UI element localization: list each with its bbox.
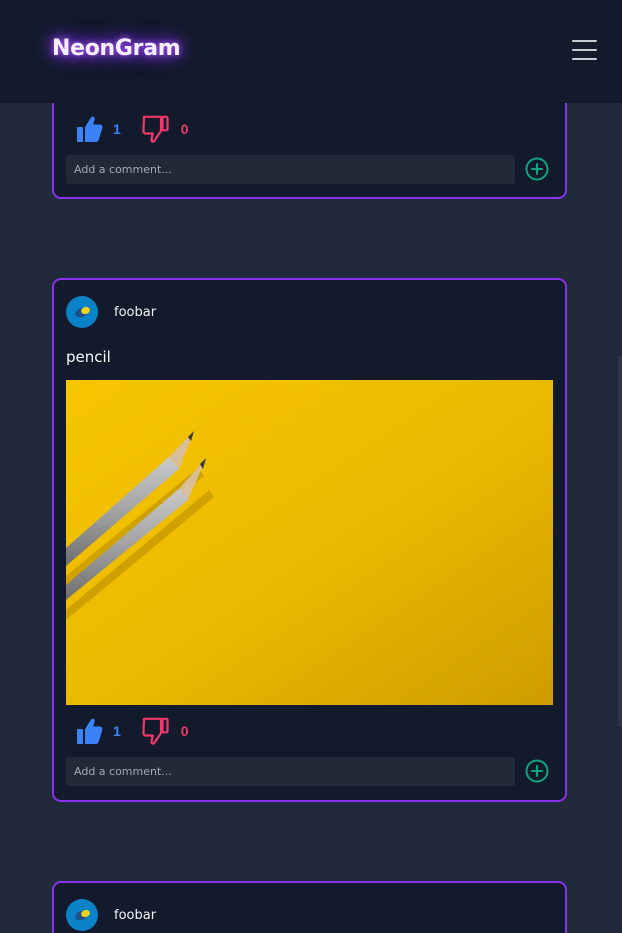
author-name: foobar xyxy=(114,907,157,923)
like-button[interactable]: 1 xyxy=(76,717,141,745)
post-author[interactable]: foobar xyxy=(66,296,156,328)
dislike-count: 0 xyxy=(180,121,189,137)
thumbs-up-icon xyxy=(77,718,103,744)
add-comment-icon[interactable] xyxy=(525,157,549,181)
thumbs-up-icon xyxy=(77,116,103,142)
like-count: 1 xyxy=(113,723,121,739)
post-image xyxy=(66,380,553,705)
dislike-button[interactable]: 0 xyxy=(141,115,189,143)
like-count: 1 xyxy=(113,121,121,137)
post-caption: pencil xyxy=(66,348,111,366)
author-name: foobar xyxy=(114,304,157,320)
comment-input[interactable] xyxy=(66,155,515,184)
thumbs-down-icon xyxy=(142,115,169,143)
post-reactions: 1 0 xyxy=(76,716,189,746)
scrollbar[interactable] xyxy=(618,356,622,726)
top-nav: NeonGram xyxy=(0,0,622,103)
post-card: foobar pencil 1 0 Add a comment... xyxy=(52,278,567,802)
thumbs-down-icon xyxy=(142,717,169,745)
avatar xyxy=(66,296,98,328)
like-button[interactable]: 1 xyxy=(76,115,141,143)
dislike-count: 0 xyxy=(180,723,189,739)
avatar xyxy=(66,899,98,931)
comment-row xyxy=(66,155,556,185)
post-author[interactable]: foobar xyxy=(66,899,156,931)
post-card: foobar xyxy=(52,881,567,933)
post-reactions: 1 0 xyxy=(76,114,189,144)
app-logo[interactable]: NeonGram xyxy=(52,36,181,61)
app: 1 0 foobar penc xyxy=(0,0,622,933)
comment-row xyxy=(66,757,556,787)
dislike-button[interactable]: 0 xyxy=(141,717,189,745)
comment-input[interactable] xyxy=(66,757,515,786)
add-comment-icon[interactable] xyxy=(525,759,549,783)
hamburger-menu-icon[interactable] xyxy=(572,40,598,62)
